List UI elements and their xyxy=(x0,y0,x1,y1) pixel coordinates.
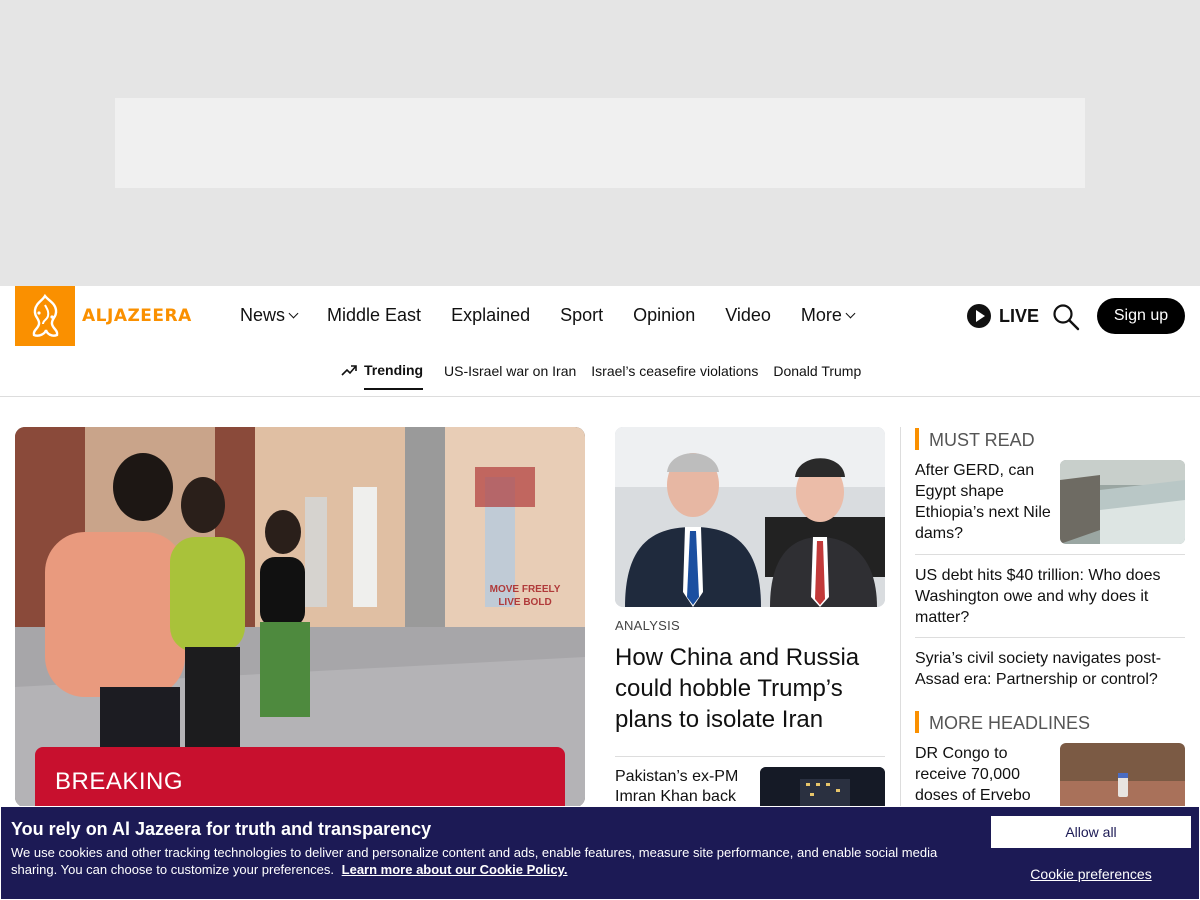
site-header: ALJAZEERA News Middle East Explained Spo… xyxy=(0,286,1200,348)
nav-item-sport[interactable]: Sport xyxy=(560,305,603,326)
chevron-down-icon xyxy=(288,308,299,319)
hero-sign-text: LIVE BOLD xyxy=(498,597,551,608)
nav-label: Middle East xyxy=(327,305,422,325)
nav-item-opinion[interactable]: Opinion xyxy=(633,305,695,326)
dam-photo xyxy=(1060,460,1185,544)
more-headlines-heading: MORE HEADLINES xyxy=(915,711,1090,734)
nav-item-middle-east[interactable]: Middle East xyxy=(327,305,421,326)
chevron-down-icon xyxy=(845,308,856,319)
divider xyxy=(615,756,885,757)
secondary-headline[interactable]: Pakistan’s ex-PM Imran Khan back xyxy=(615,767,750,807)
trending-up-icon xyxy=(341,365,357,376)
aljazeera-logo[interactable] xyxy=(15,286,75,346)
column-divider xyxy=(900,427,901,807)
nav-item-explained[interactable]: Explained xyxy=(451,305,530,326)
divider xyxy=(915,554,1185,555)
nav-label: Explained xyxy=(451,305,531,325)
cookie-policy-link[interactable]: Learn more about our Cookie Policy. xyxy=(342,862,568,877)
nav-label: Video xyxy=(725,305,771,325)
brand-wordmark[interactable]: ALJAZEERA xyxy=(82,306,192,326)
nav-label: Opinion xyxy=(633,305,696,325)
cookie-title: You rely on Al Jazeera for truth and tra… xyxy=(11,819,432,839)
ad-area xyxy=(0,0,1200,286)
analysis-image[interactable] xyxy=(615,427,885,607)
allow-all-button[interactable]: Allow all xyxy=(991,816,1191,848)
search-icon[interactable] xyxy=(1052,303,1080,331)
cookie-preferences-link[interactable]: Cookie preferences xyxy=(991,866,1191,882)
must-read-item[interactable]: US debt hits $40 trillion: Who does Wash… xyxy=(915,565,1180,628)
trending-links: US-Israel war on Iran Israel’s ceasefire… xyxy=(444,363,876,379)
cookie-banner: You rely on Al Jazeera for truth and tra… xyxy=(0,806,1200,900)
hero-sign-text: MOVE FREELY xyxy=(490,584,561,595)
play-icon xyxy=(967,304,991,328)
secondary-thumbnail[interactable] xyxy=(760,767,885,807)
vaccine-photo xyxy=(1060,743,1185,807)
more-headlines-item[interactable]: DR Congo to receive 70,000 doses of Erve… xyxy=(915,743,1050,806)
nav-label: News xyxy=(240,305,286,325)
main-nav: News Middle East Explained Sport Opinion… xyxy=(240,305,884,326)
more-headlines-thumbnail[interactable] xyxy=(1060,743,1185,807)
trending-tab[interactable]: Trending xyxy=(341,362,424,390)
must-read-thumbnail[interactable] xyxy=(1060,460,1185,544)
nav-item-video[interactable]: Video xyxy=(725,305,771,326)
nav-label: Sport xyxy=(560,305,604,325)
trending-link[interactable]: US-Israel war on Iran xyxy=(444,363,576,379)
must-read-heading: MUST READ xyxy=(915,428,1035,451)
breaking-badge[interactable]: BREAKING xyxy=(35,747,565,807)
live-button[interactable]: LIVE xyxy=(967,304,1039,328)
hero-story[interactable]: MOVE FREELY LIVE BOLD BREAKING xyxy=(15,427,585,807)
analysis-photo xyxy=(615,427,885,607)
nav-label: More xyxy=(800,305,842,325)
ad-slot[interactable] xyxy=(115,98,1085,188)
divider xyxy=(915,637,1185,638)
trending-link[interactable]: Donald Trump xyxy=(773,363,861,379)
cookie-text: We use cookies and other tracking techno… xyxy=(11,844,981,878)
nav-item-news[interactable]: News xyxy=(240,305,299,326)
must-read-item[interactable]: After GERD, can Egypt shape Ethiopia’s n… xyxy=(915,460,1055,544)
trending-label: Trending xyxy=(364,362,424,378)
story-tag: ANALYSIS xyxy=(615,618,681,633)
must-read-item[interactable]: Syria’s civil society navigates post-Ass… xyxy=(915,648,1180,690)
signup-button[interactable]: Sign up xyxy=(1097,298,1185,334)
aljazeera-emblem-icon xyxy=(32,293,59,337)
trending-link[interactable]: Israel’s ceasefire violations xyxy=(591,363,758,379)
nav-item-more[interactable]: More xyxy=(800,305,856,326)
trending-bar: Trending US-Israel war on Iran Israel’s … xyxy=(0,348,1200,397)
live-label: LIVE xyxy=(999,305,1040,326)
secondary-photo xyxy=(760,767,885,807)
analysis-headline[interactable]: How China and Russia could hobble Trump’… xyxy=(615,642,877,735)
